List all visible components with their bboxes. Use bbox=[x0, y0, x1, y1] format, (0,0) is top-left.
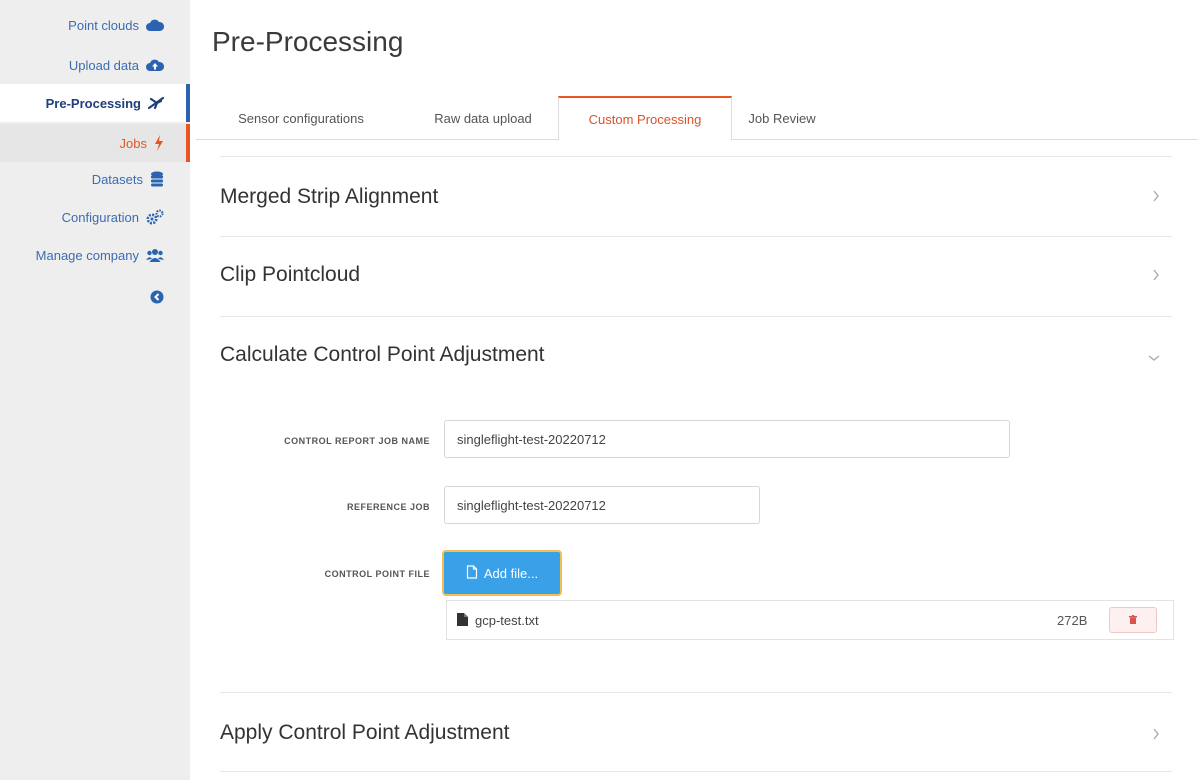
tab-bar: Sensor configurations Raw data upload Cu… bbox=[196, 96, 1198, 141]
sidebar-item-manage-company[interactable]: Manage company bbox=[0, 236, 190, 274]
tab-custom-processing[interactable]: Custom Processing bbox=[558, 96, 732, 141]
sidebar-item-label: Datasets bbox=[91, 171, 143, 187]
chevron-right-icon bbox=[1152, 268, 1160, 286]
add-file-button[interactable]: Add file... bbox=[442, 550, 562, 596]
section-title[interactable]: Calculate Control Point Adjustment bbox=[220, 343, 545, 367]
chevron-right-icon bbox=[1152, 727, 1160, 745]
bolt-icon bbox=[154, 135, 164, 151]
sidebar-item-jobs[interactable]: Jobs bbox=[0, 124, 190, 162]
add-file-button-label: Add file... bbox=[483, 565, 539, 581]
database-icon bbox=[150, 171, 164, 187]
tab-sensor-configurations[interactable]: Sensor configurations bbox=[206, 96, 396, 140]
control-report-job-name-input[interactable] bbox=[444, 420, 1010, 458]
sidebar-item-upload-data[interactable]: Upload data bbox=[0, 46, 190, 84]
reference-job-input[interactable] bbox=[444, 486, 760, 524]
reference-job-label: REFERENCE JOB bbox=[346, 502, 430, 512]
page-title: Pre-Processing bbox=[212, 26, 404, 57]
sidebar-item-label: Pre-Processing bbox=[45, 95, 141, 111]
sidebar-item-label: Upload data bbox=[68, 57, 139, 73]
chevron-down-icon[interactable] bbox=[1148, 349, 1160, 367]
sidebar-item-label: Configuration bbox=[61, 209, 139, 225]
trash-icon bbox=[1129, 611, 1137, 629]
sidebar-item-datasets[interactable]: Datasets bbox=[0, 160, 190, 198]
sidebar-collapse-button[interactable] bbox=[0, 278, 190, 316]
uploaded-file-row: gcp-test.txt 272B bbox=[446, 600, 1174, 640]
file-size: 272B bbox=[1057, 613, 1088, 628]
cloud-icon bbox=[146, 18, 164, 32]
sidebar-item-point-clouds[interactable]: Point clouds bbox=[0, 6, 190, 44]
sidebar-item-label: Manage company bbox=[35, 247, 139, 263]
cogs-icon bbox=[146, 209, 164, 225]
sidebar-item-pre-processing[interactable]: Pre-Processing bbox=[0, 84, 190, 122]
sidebar: Point clouds Upload data Pre-Processing … bbox=[0, 0, 190, 780]
chevron-right-icon bbox=[1152, 189, 1160, 207]
file-icon bbox=[457, 613, 468, 631]
control-report-job-name-label: CONTROL REPORT JOB NAME bbox=[284, 436, 430, 446]
tab-raw-data-upload[interactable]: Raw data upload bbox=[408, 96, 558, 140]
sidebar-item-label: Point clouds bbox=[68, 17, 139, 33]
cloud-upload-icon bbox=[146, 58, 164, 72]
section-title: Apply Control Point Adjustment bbox=[220, 721, 510, 744]
section-title: Merged Strip Alignment bbox=[220, 185, 439, 208]
section-apply-control-point-adjustment[interactable]: Apply Control Point Adjustment bbox=[220, 692, 1172, 772]
sidebar-item-label: Jobs bbox=[119, 135, 147, 151]
sidebar-item-configuration[interactable]: Configuration bbox=[0, 198, 190, 236]
plane-icon bbox=[148, 96, 164, 110]
tab-job-review[interactable]: Job Review bbox=[732, 96, 832, 140]
file-icon bbox=[466, 564, 484, 582]
users-icon bbox=[146, 247, 164, 263]
file-name: gcp-test.txt bbox=[475, 613, 539, 628]
section-title: Clip Pointcloud bbox=[220, 263, 361, 286]
section-merged-strip-alignment[interactable]: Merged Strip Alignment bbox=[220, 156, 1172, 236]
delete-file-button[interactable] bbox=[1109, 607, 1157, 633]
section-clip-pointcloud[interactable]: Clip Pointcloud bbox=[220, 236, 1172, 316]
control-point-file-label: CONTROL POINT FILE bbox=[324, 569, 430, 579]
chevron-circle-left-icon bbox=[150, 290, 164, 304]
